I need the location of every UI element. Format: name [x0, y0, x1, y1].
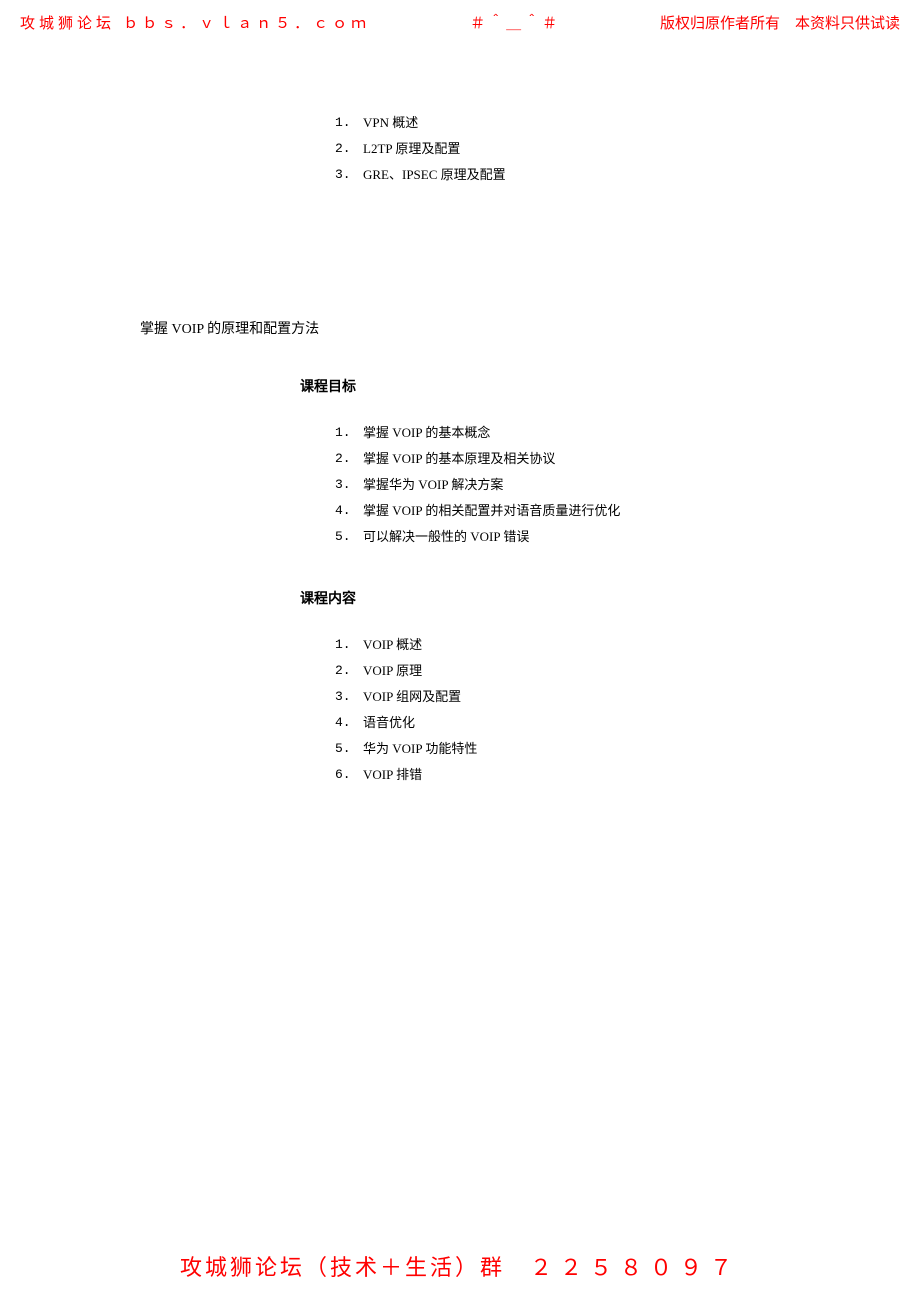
content-list: 1. VOIP 概述 2. VOIP 原理 3. VOIP 组网及配置 4. 语… [335, 632, 920, 788]
content-heading: 课程内容 [300, 588, 920, 608]
list-number: 1. [335, 110, 363, 136]
list-number: 4. [335, 710, 363, 736]
list-item: 4. 掌握 VOIP 的相关配置并对语音质量进行优化 [335, 498, 920, 524]
list-text: 华为 VOIP 功能特性 [363, 736, 477, 762]
list-number: 5. [335, 524, 363, 550]
list-text: 掌握 VOIP 的基本概念 [363, 420, 490, 446]
header-emoticon: ＃＾＿＾＃ [470, 12, 560, 33]
list-number: 6. [335, 762, 363, 788]
list-text: 掌握 VOIP 的基本原理及相关协议 [363, 446, 555, 472]
header-site: 攻城狮论坛 ｂｂｓ．ｖｌａｎ５．ｃｏｍ [20, 12, 370, 33]
list-item: 3. VOIP 组网及配置 [335, 684, 920, 710]
list-number: 2. [335, 136, 363, 162]
page-header: 攻城狮论坛 ｂｂｓ．ｖｌａｎ５．ｃｏｍ ＃＾＿＾＃ 版权归原作者所有 本资料只供… [0, 12, 920, 33]
list-item: 3. 掌握华为 VOIP 解决方案 [335, 472, 920, 498]
list-item: 3. GRE、IPSEC 原理及配置 [335, 162, 920, 188]
list-item: 2. VOIP 原理 [335, 658, 920, 684]
vpn-list: 1. VPN 概述 2. L2TP 原理及配置 3. GRE、IPSEC 原理及… [335, 110, 920, 188]
list-text: L2TP 原理及配置 [363, 136, 460, 162]
list-item: 4. 语音优化 [335, 710, 920, 736]
list-text: VPN 概述 [363, 110, 418, 136]
list-item: 6. VOIP 排错 [335, 762, 920, 788]
goals-list: 1. 掌握 VOIP 的基本概念 2. 掌握 VOIP 的基本原理及相关协议 3… [335, 420, 920, 550]
list-text: GRE、IPSEC 原理及配置 [363, 162, 506, 188]
list-number: 2. [335, 658, 363, 684]
voip-section-title: 掌握 VOIP 的原理和配置方法 [140, 318, 920, 338]
list-number: 5. [335, 736, 363, 762]
list-number: 2. [335, 446, 363, 472]
list-text: VOIP 概述 [363, 632, 422, 658]
list-number: 1. [335, 420, 363, 446]
list-item: 5. 可以解决一般性的 VOIP 错误 [335, 524, 920, 550]
list-item: 1. 掌握 VOIP 的基本概念 [335, 420, 920, 446]
list-number: 1. [335, 632, 363, 658]
list-number: 3. [335, 472, 363, 498]
list-text: VOIP 原理 [363, 658, 422, 684]
list-number: 3. [335, 162, 363, 188]
list-text: VOIP 排错 [363, 762, 422, 788]
list-item: 1. VOIP 概述 [335, 632, 920, 658]
list-text: 掌握华为 VOIP 解决方案 [363, 472, 503, 498]
list-text: 语音优化 [363, 710, 415, 736]
header-copyright: 版权归原作者所有 本资料只供试读 [660, 12, 900, 33]
list-text: 掌握 VOIP 的相关配置并对语音质量进行优化 [363, 498, 620, 524]
list-item: 5. 华为 VOIP 功能特性 [335, 736, 920, 762]
list-text: VOIP 组网及配置 [363, 684, 461, 710]
list-text: 可以解决一般性的 VOIP 错误 [363, 524, 529, 550]
page-footer: 攻城狮论坛（技术＋生活）群 ２２５８０９７ [0, 1250, 920, 1282]
list-number: 3. [335, 684, 363, 710]
list-item: 1. VPN 概述 [335, 110, 920, 136]
list-number: 4. [335, 498, 363, 524]
goals-heading: 课程目标 [300, 376, 920, 396]
list-item: 2. 掌握 VOIP 的基本原理及相关协议 [335, 446, 920, 472]
footer-group-number: ２２５８０９７ [530, 1255, 740, 1280]
footer-text: 攻城狮论坛（技术＋生活）群 [180, 1255, 530, 1280]
page-content: 1. VPN 概述 2. L2TP 原理及配置 3. GRE、IPSEC 原理及… [0, 110, 920, 788]
list-item: 2. L2TP 原理及配置 [335, 136, 920, 162]
